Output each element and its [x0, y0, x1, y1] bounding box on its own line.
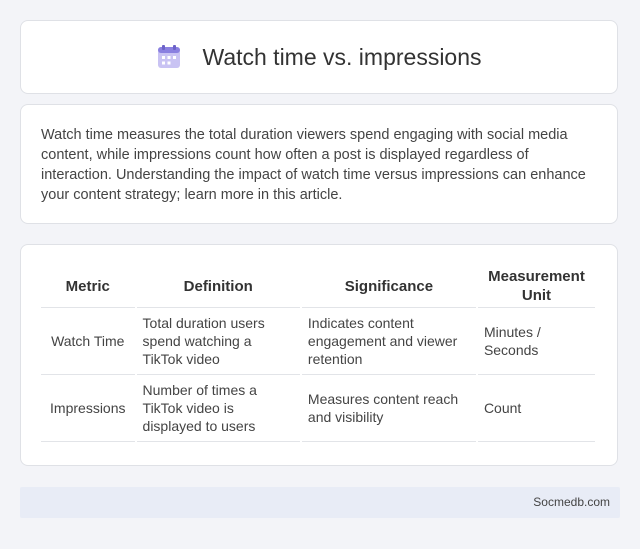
cell-significance: Indicates content engagement and viewer … — [301, 308, 476, 375]
table-card: Metric Definition Significance Measureme… — [20, 244, 618, 466]
header-significance: Significance — [301, 265, 476, 308]
page-title: Watch time vs. impressions — [202, 43, 482, 70]
table-row: Watch Time Total duration users spend wa… — [41, 308, 595, 375]
summary-card: Watch time measures the total duration v… — [20, 104, 618, 224]
cell-definition: Total duration users spend watching a Ti… — [136, 308, 300, 375]
header-measurement-unit: Measurement Unit — [477, 265, 595, 308]
comparison-table: Metric Definition Significance Measureme… — [39, 265, 597, 442]
title-card: Watch time vs. impressions — [20, 20, 618, 94]
calendar-icon — [158, 45, 181, 68]
summary-text: Watch time measures the total duration v… — [41, 127, 586, 203]
table-row: Impressions Number of times a TikTok vid… — [41, 375, 595, 442]
cell-metric: Watch Time — [41, 308, 135, 375]
footer-bar: Socmedb.com — [20, 487, 620, 518]
footer-site-link[interactable]: Socmedb.com — [533, 495, 610, 509]
cell-definition: Number of times a TikTok video is displa… — [136, 375, 300, 442]
cell-measurement-unit: Count — [477, 375, 595, 442]
cell-metric: Impressions — [41, 375, 135, 442]
header-definition: Definition — [136, 265, 300, 308]
header-metric: Metric — [41, 265, 135, 308]
cell-significance: Measures content reach and visibility — [301, 375, 476, 442]
cell-measurement-unit: Minutes / Seconds — [477, 308, 595, 375]
